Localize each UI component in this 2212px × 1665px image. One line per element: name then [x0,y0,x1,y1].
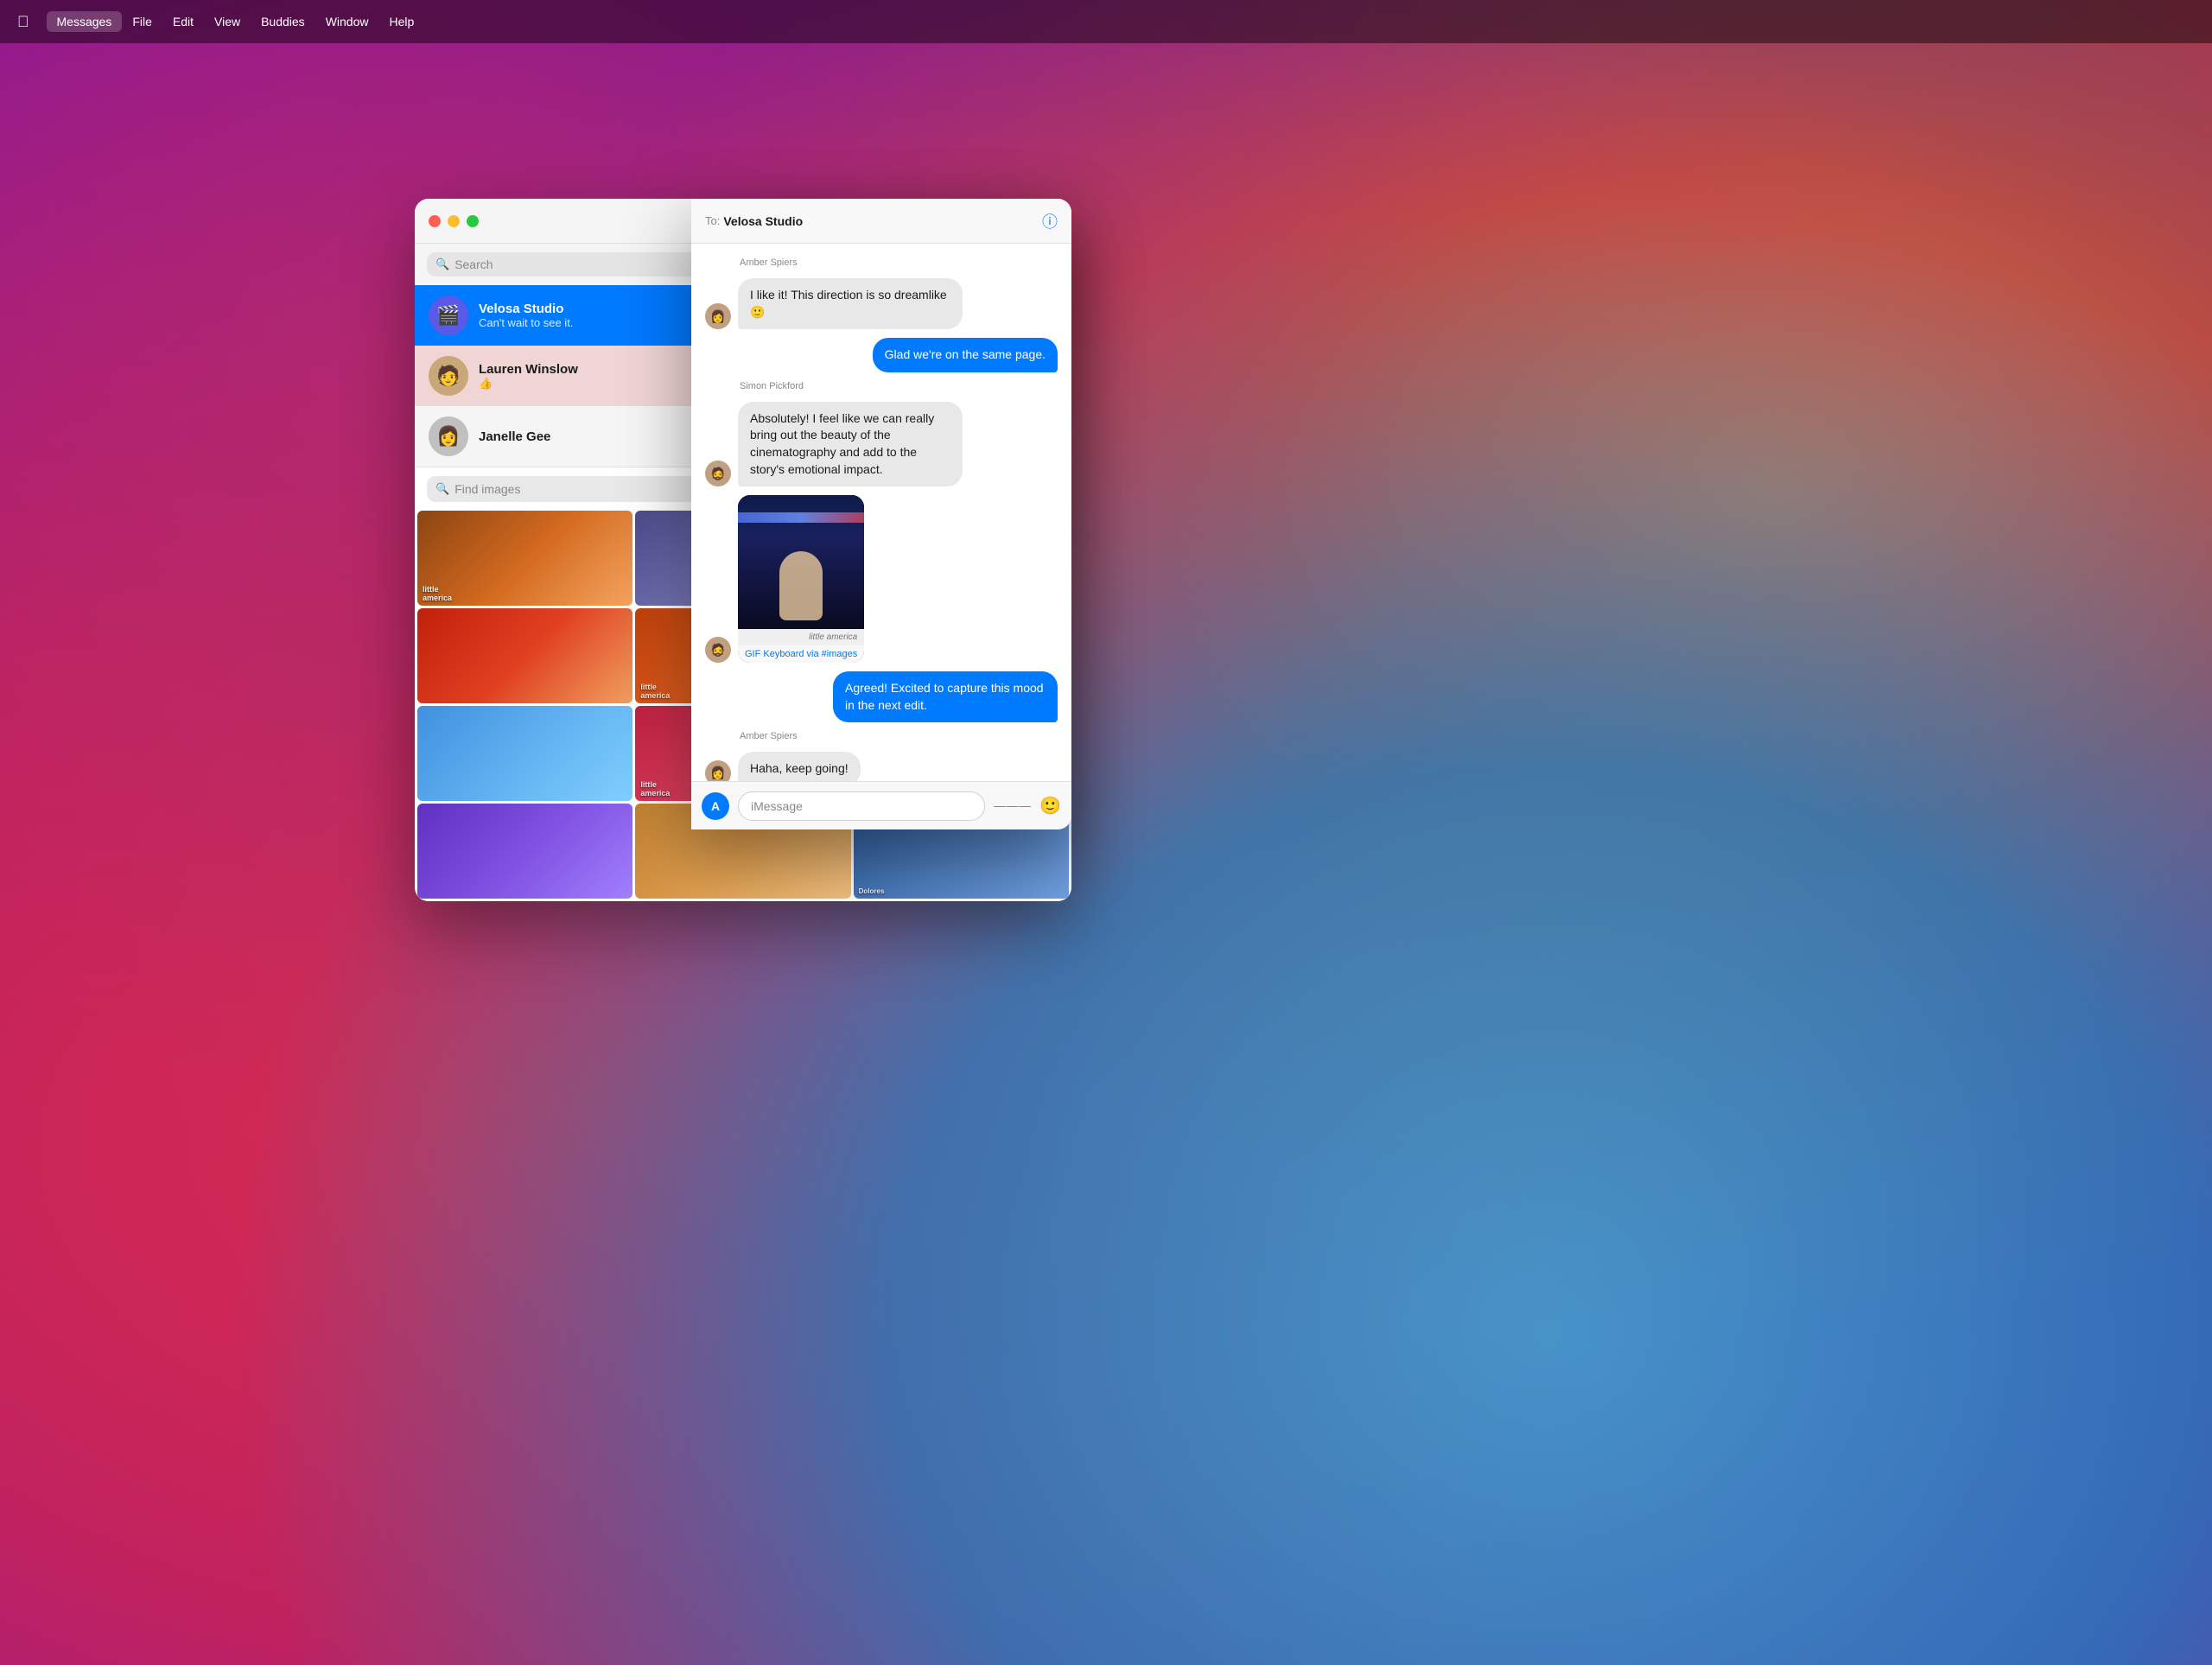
gif-stage [738,495,864,629]
message-row-1: 👩 I like it! This direction is so dreaml… [705,278,1058,329]
avatar-lauren: 🧑 [429,356,468,396]
msg-avatar-simon-gif: 🧔 [705,637,731,663]
menubar-messages[interactable]: Messages [47,11,123,32]
menubar-help[interactable]: Help [378,11,424,32]
emoji-icon[interactable]: 🙂 [1039,795,1061,817]
apple-menu-icon[interactable]:  [17,13,29,31]
chat-to-label: To: [705,214,720,227]
gif-find-input[interactable]: Find images [454,482,520,496]
msg-avatar-simon: 🧔 [705,461,731,486]
input-avatar: A [702,792,729,820]
conv-name-janelle: Janelle Gee [479,429,550,444]
wallpaper-layer4 [0,0,2212,1665]
maximize-button[interactable] [467,215,479,227]
conv-name-lauren: Lauren Winslow [479,362,578,377]
gif-watermark: little america [809,632,857,642]
menubar-window[interactable]: Window [315,11,379,32]
message-row-3: 🧔 Absolutely! I feel like we can really … [705,402,1058,486]
bubble-5: Haha, keep going! [738,752,861,781]
chat-input-bar: A iMessage ⏤⏤⏤ 🙂 [691,781,1071,829]
chat-header: To: Velosa Studio ⓘ [691,199,1071,244]
chat-info-button[interactable]: ⓘ [1042,210,1058,232]
msg-avatar-amber2: 👩 [705,760,731,781]
message-row-2: Glad we're on the same page. [705,338,1058,372]
sender-label-simon: Simon Pickford [705,381,1058,391]
message-row-5: 👩 Haha, keep going! [705,752,1058,781]
menubar-view[interactable]: View [204,11,251,32]
sender-label-amber: Amber Spiers [705,257,1058,268]
chat-messages: Amber Spiers 👩 I like it! This direction… [691,244,1071,781]
gif-cell-10[interactable] [417,804,632,899]
chat-panel: To: Velosa Studio ⓘ Amber Spiers 👩 I lik… [691,199,1071,829]
avatar-janelle: 👩 [429,416,468,456]
search-input[interactable]: Search [454,257,493,271]
bubble-1: I like it! This direction is so dreamlik… [738,278,963,329]
menubar-edit[interactable]: Edit [162,11,204,32]
close-button[interactable] [429,215,441,227]
gif-cell-7[interactable] [417,706,632,801]
bubble-3: Absolutely! I feel like we can really br… [738,402,963,486]
gif-cell-1[interactable]: littleamerica [417,511,632,606]
message-row-4: Agreed! Excited to capture this mood in … [705,671,1058,722]
chat-to-name: Velosa Studio [723,214,803,228]
sender-label-amber2: Amber Spiers [705,731,1058,741]
bubble-4: Agreed! Excited to capture this mood in … [833,671,1058,722]
imessage-input[interactable]: iMessage [738,791,985,821]
message-row-gif: 🧔 little america [705,495,1058,663]
gif-search-icon: 🔍 [435,482,449,496]
menubar:  Messages File Edit View Buddies Window… [0,0,2212,43]
gif-keyboard-label: GIF Keyboard via #images [738,645,864,663]
desktop:  Messages File Edit View Buddies Window… [0,0,2212,1665]
minimize-button[interactable] [448,215,460,227]
gif-cell-4[interactable] [417,608,632,703]
avatar-velosa: 🎬 [429,296,468,335]
conv-name-velosa: Velosa Studio [479,302,563,316]
menubar-file[interactable]: File [122,11,162,32]
msg-avatar-amber: 👩 [705,303,731,329]
menubar-buddies[interactable]: Buddies [251,11,315,32]
traffic-lights [429,215,479,227]
audio-icon[interactable]: ⏤⏤⏤ [994,797,1031,815]
gif-message: little america GIF Keyboard via #images [738,495,864,663]
search-icon: 🔍 [435,257,449,271]
bubble-2: Glad we're on the same page. [873,338,1058,372]
